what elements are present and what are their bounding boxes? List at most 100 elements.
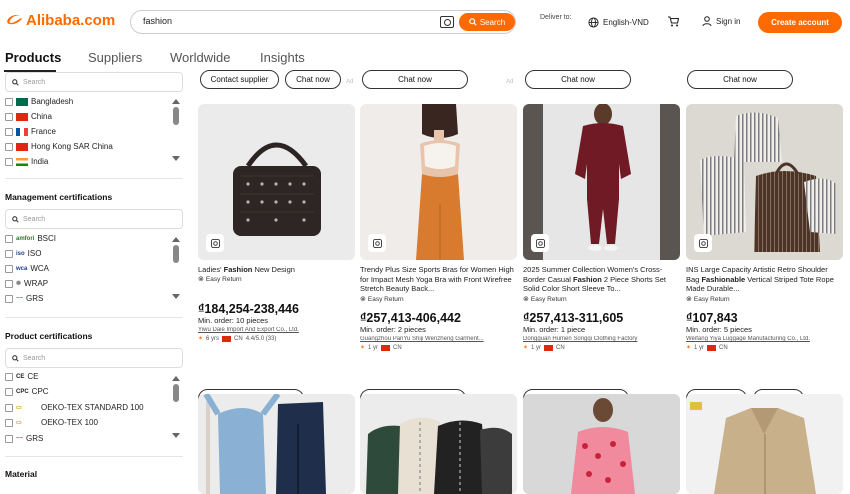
tab-suppliers[interactable]: Suppliers	[88, 50, 142, 65]
tab-worldwide[interactable]: Worldwide	[170, 50, 230, 65]
cert-filter-ce[interactable]: CE CE	[5, 372, 38, 381]
chat-now-button[interactable]: Chat now	[362, 70, 468, 89]
product-image[interactable]	[523, 394, 680, 494]
product-image[interactable]	[198, 104, 355, 260]
supplier-link[interactable]: Yiwu Daie Import And Export Co., Ltd.	[198, 327, 355, 333]
filter-sidebar: Search Bangladesh China France Hong Kong…	[0, 72, 190, 485]
verified-icon: ✶	[198, 336, 204, 342]
sign-in-label: Sign in	[716, 17, 741, 26]
ce-logo-icon: CE	[16, 373, 25, 380]
wrap-logo-icon: ✺	[16, 281, 22, 287]
product-image[interactable]	[686, 104, 843, 260]
cert-filter-cpc[interactable]: CPC CPC	[5, 387, 49, 396]
chat-now-button[interactable]: Chat now	[285, 70, 341, 89]
tab-insights[interactable]: Insights	[260, 50, 305, 65]
product-image[interactable]	[360, 394, 517, 494]
search-input[interactable]: fashion	[143, 16, 172, 26]
alibaba-logo-icon	[7, 14, 22, 24]
camera-icon[interactable]	[440, 16, 454, 28]
easy-return-badge: ⊗ Easy Return	[686, 295, 730, 304]
product-card[interactable]: INS Large Capacity Artistic Retro Should…	[686, 104, 843, 408]
tab-products[interactable]: Products	[5, 50, 61, 65]
product-card[interactable]: Trendy Plus Size Sports Bras for Women H…	[360, 104, 517, 408]
cart-icon[interactable]	[667, 16, 679, 27]
image-search-icon[interactable]	[206, 234, 224, 252]
language-selector[interactable]: English-VND	[588, 17, 649, 28]
search-button[interactable]: Search	[459, 13, 515, 31]
search-icon	[12, 78, 19, 86]
alibaba-logo[interactable]: Alibaba.com	[6, 12, 115, 29]
checkbox[interactable]	[5, 142, 13, 151]
sign-in-link[interactable]: Sign in	[702, 16, 740, 27]
bsci-logo-icon: amfori	[16, 235, 35, 242]
country-label: Bangladesh	[31, 97, 74, 106]
product-title[interactable]: Trendy Plus Size Sports Bras for Women H…	[360, 265, 517, 294]
country-filter-india[interactable]: India	[5, 157, 48, 166]
cert-label: OEKO-TEX STANDARD 100	[41, 403, 144, 412]
country-filter-hong-kong[interactable]: Hong Kong SAR China	[5, 142, 113, 151]
verified-icon: ✶	[360, 345, 366, 351]
cert-filter-bsci[interactable]: amfori BSCI	[5, 234, 56, 243]
cert-filter-grs[interactable]: ~~ GRS	[5, 294, 43, 303]
country-scrollbar[interactable]	[172, 99, 180, 161]
min-order: Min. order: 1 piece	[523, 325, 586, 334]
user-icon	[702, 16, 712, 27]
product-title[interactable]: INS Large Capacity Artistic Retro Should…	[686, 265, 843, 294]
product-image[interactable]	[198, 394, 355, 494]
supplier-meta: ✶ 1 yr CN	[523, 344, 565, 351]
country-filter-bangladesh[interactable]: Bangladesh	[5, 97, 73, 106]
product-cert-scrollbar[interactable]	[172, 376, 180, 438]
management-search-input[interactable]: Search	[5, 209, 183, 229]
checkbox[interactable]	[5, 157, 13, 166]
checkbox[interactable]	[5, 127, 13, 136]
country-filter-france[interactable]: France	[5, 127, 56, 136]
cert-filter-iso[interactable]: iso ISO	[5, 249, 41, 258]
country-search-input[interactable]: Search	[5, 72, 183, 92]
wca-logo-icon: wca	[16, 265, 28, 272]
cert-label: ISO	[27, 249, 42, 258]
product-cert-search-input[interactable]: Search	[5, 348, 183, 368]
checkbox[interactable]	[5, 97, 13, 106]
deliver-to[interactable]: Deliver to:	[540, 14, 572, 21]
product-image[interactable]	[360, 104, 517, 260]
create-account-button[interactable]: Create account	[758, 12, 842, 33]
ad-label: Ad	[506, 79, 514, 85]
globe-icon	[588, 17, 599, 28]
supplier-link[interactable]: Weifang Yiya Luggage Manufacturing Co., …	[686, 336, 843, 342]
product-title[interactable]: 2025 Summer Collection Women's Cross-Bor…	[523, 265, 680, 294]
cert-filter-grs-product[interactable]: ~~ GRS	[5, 434, 43, 443]
france-flag-icon	[16, 127, 28, 136]
search-tabs: Products Suppliers Worldwide Insights	[0, 44, 850, 72]
supplier-meta: ✶ 6 yrs CN 4.4/5.0 (33)	[198, 335, 277, 342]
search-bar[interactable]: fashion Search	[130, 10, 516, 34]
supplier-link[interactable]: Dongguan Humen Songqi Clothing Factory	[523, 336, 680, 342]
cert-filter-oeko-tex-standard[interactable]: ▭ OEKO-TEX STANDARD 100	[5, 403, 144, 412]
search-placeholder: Search	[23, 215, 46, 223]
product-card[interactable]: 2025 Summer Collection Women's Cross-Bor…	[523, 104, 680, 408]
china-flag-icon	[222, 335, 232, 342]
divider	[5, 178, 183, 179]
chat-now-button[interactable]: Chat now	[687, 70, 793, 89]
product-image[interactable]	[686, 394, 843, 494]
heart-cardigan-model-image	[523, 394, 680, 494]
product-card[interactable]: Ladies' Fashion New Design ⊗ Easy Return …	[198, 104, 355, 408]
cert-filter-wrap[interactable]: ✺ WRAP	[5, 279, 48, 288]
country-filter-china[interactable]: China	[5, 112, 52, 121]
product-price: ₫257,413-311,605	[523, 311, 624, 325]
supplier-link[interactable]: Guangzhou PanYu Shiji Wenzheng Garment..…	[360, 336, 517, 342]
image-search-icon[interactable]	[531, 234, 549, 252]
chat-now-button[interactable]: Chat now	[525, 70, 631, 89]
image-search-icon[interactable]	[694, 234, 712, 252]
min-order: Min. order: 5 pieces	[686, 325, 752, 334]
image-search-icon[interactable]	[368, 234, 386, 252]
rating: 4.4/5.0 (33)	[245, 335, 277, 342]
management-scrollbar[interactable]	[172, 237, 180, 299]
cert-filter-oeko-tex-100[interactable]: ▭ OEKO-TEX 100	[5, 418, 98, 427]
product-image[interactable]	[523, 104, 680, 260]
contact-supplier-button[interactable]: Contact supplier	[200, 70, 279, 89]
cert-filter-wca[interactable]: wca WCA	[5, 264, 49, 273]
search-icon	[12, 354, 19, 362]
checkbox[interactable]	[5, 112, 13, 121]
supplier-meta: ✶ 1 yr CN	[360, 344, 402, 351]
return-icon: ⊗	[686, 296, 692, 303]
